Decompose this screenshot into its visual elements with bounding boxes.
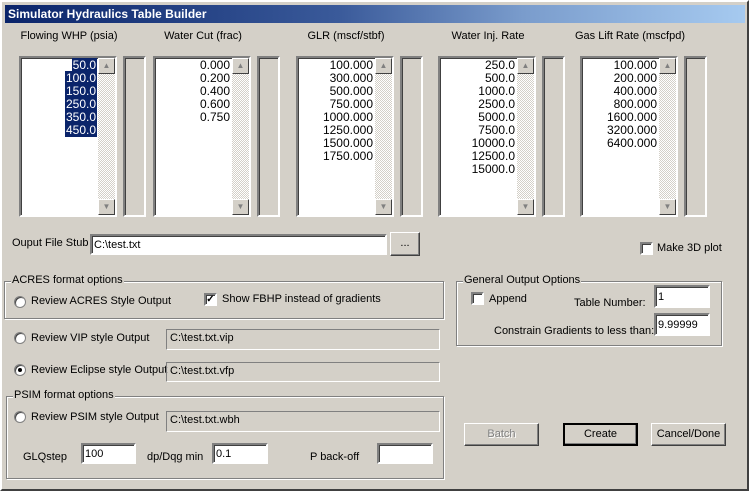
side-panel [123,56,146,217]
scroll-up-icon[interactable]: ▲ [98,58,115,74]
append-checkbox[interactable] [471,292,484,305]
pbackoff-input[interactable] [377,443,433,464]
general-output-group-label: General Output Options [463,274,582,286]
constrain-gradients-input[interactable] [654,313,710,336]
psim-file-field: C:\test.txt.wbh [166,411,440,432]
review-psim-label: Review PSIM style Output [31,411,159,423]
value-listbox[interactable]: 50.0 100.0 150.0 250.0 350.0 450.0 ▲ ▼ [19,56,117,217]
list-item[interactable]: 0.750 [155,111,231,124]
side-panel [542,56,565,217]
review-psim-radio[interactable] [14,411,26,423]
scrollbar[interactable]: ▲ ▼ [98,58,115,215]
review-acres-radio[interactable] [14,296,26,308]
scroll-up-icon[interactable]: ▲ [232,58,249,74]
list-item[interactable]: 15000.0 [440,163,516,176]
list-header: Flowing WHP (psia) [20,30,118,42]
side-panel [684,56,707,217]
list-header: Water Cut (frac) [164,30,242,42]
batch-button[interactable]: Batch [464,423,539,446]
make-3d-plot-label: Make 3D plot [657,242,722,254]
scroll-up-icon[interactable]: ▲ [517,58,534,74]
scroll-up-icon[interactable]: ▲ [659,58,676,74]
table-number-input[interactable] [654,285,710,308]
title-bar: Simulator Hydraulics Table Builder [5,5,745,23]
eclipse-file-field: C:\test.txt.vfp [166,362,440,382]
dpdqg-input[interactable] [212,443,268,464]
table-number-label: Table Number: [574,297,646,309]
acres-group-label: ACRES format options [11,274,124,286]
list-item[interactable]: 6400.000 [582,137,658,150]
list-header: GLR (mscf/stbf) [307,30,385,42]
side-panel [400,56,423,217]
make-3d-plot-checkbox[interactable] [640,242,653,255]
value-listbox[interactable]: 100.000 300.000 500.000 750.000 1000.000 1250… [296,56,394,217]
scrollbar[interactable]: ▲ ▼ [659,58,676,215]
output-file-input[interactable] [90,234,387,255]
review-acres-label: Review ACRES Style Output [31,295,172,307]
scroll-up-icon[interactable]: ▲ [375,58,392,74]
list-header: Gas Lift Rate (mscfpd) [574,30,686,42]
value-listbox[interactable]: 100.000 200.000 400.000 800.000 1600.000 3200… [580,56,678,217]
list-item[interactable]: 450.0 [21,123,97,137]
vip-file-field: C:\test.txt.vip [166,329,440,350]
show-fbhp-checkbox[interactable]: ✓ [204,293,217,306]
browse-button[interactable]: ... [390,232,420,256]
scroll-down-icon[interactable]: ▼ [517,199,534,215]
scrollbar[interactable]: ▲ ▼ [375,58,392,215]
review-vip-label: Review VIP style Output [31,332,150,344]
scroll-down-icon[interactable]: ▼ [232,199,249,215]
scroll-down-icon[interactable]: ▼ [659,199,676,215]
scrollbar[interactable]: ▲ ▼ [517,58,534,215]
dpdqg-label: dp/Dqg min [147,451,204,463]
scroll-down-icon[interactable]: ▼ [98,199,115,215]
psim-group-label: PSIM format options [13,389,115,401]
scroll-down-icon[interactable]: ▼ [375,199,392,215]
append-label: Append [489,293,527,305]
glqstep-input[interactable] [81,443,136,464]
review-eclipse-radio[interactable] [14,364,26,376]
psim-group: PSIM format options [6,389,444,479]
constrain-gradients-label: Constrain Gradients to less than: [494,325,655,337]
output-file-label: Ouput File Stub [12,237,89,249]
cancel-done-button[interactable]: Cancel/Done [651,423,726,446]
value-listbox[interactable]: 250.0 500.0 1000.0 2500.0 5000.0 7500.0 10000.… [438,56,536,217]
pbackoff-label: P back-off [310,451,360,463]
list-item[interactable]: 1750.000 [298,150,374,163]
list-header: Water Inj. Rate [451,30,525,42]
review-eclipse-label: Review Eclipse style Output [31,364,168,376]
create-button[interactable]: Create [563,423,638,446]
glqstep-label: GLQstep [23,451,68,463]
scrollbar[interactable]: ▲ ▼ [232,58,249,215]
value-listbox[interactable]: 0.000 0.200 0.400 0.600 0.750 ▲ ▼ [153,56,251,217]
review-vip-radio[interactable] [14,332,26,344]
show-fbhp-label: Show FBHP instead of gradients [222,293,381,305]
side-panel [257,56,280,217]
